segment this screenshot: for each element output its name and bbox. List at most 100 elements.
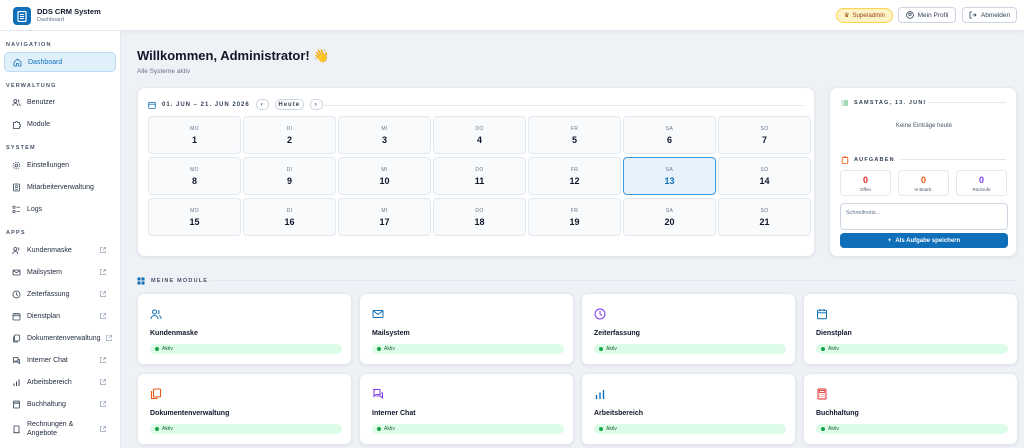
- calendar-day[interactable]: DI 16: [243, 198, 336, 236]
- calendar-day[interactable]: SA 20: [623, 198, 716, 236]
- sidebar-item-label: Module: [27, 120, 50, 128]
- sidebar-item-label: Rechnungen & Angebote: [27, 420, 73, 438]
- save-task-button[interactable]: + Als Aufgabe speichern: [840, 233, 1008, 248]
- sidebar-item-benutzer[interactable]: Benutzer: [4, 92, 116, 112]
- calendar-day[interactable]: MI 3: [338, 116, 431, 154]
- user-circle-icon: [905, 11, 914, 19]
- status-label: Aktiv: [162, 346, 173, 352]
- module-card[interactable]: Buchhaltung Aktiv: [803, 373, 1018, 445]
- profile-button-label: Mein Profil: [917, 11, 949, 19]
- calendar-day[interactable]: FR 19: [528, 198, 621, 236]
- sidebar-item-dienstplan[interactable]: Dienstplan: [4, 306, 116, 326]
- sidebar-item-mitarbeiterverwaltung[interactable]: Mitarbeiterverwaltung: [4, 177, 116, 197]
- calendar-day[interactable]: SA 6: [623, 116, 716, 154]
- status-dot-icon: [821, 347, 825, 351]
- sidebar-item-interner-chat[interactable]: Interner Chat: [4, 350, 116, 370]
- stat-offen[interactable]: 0 Offen: [840, 170, 891, 196]
- calendar-day[interactable]: DO 11: [433, 157, 526, 195]
- module-card[interactable]: Interner Chat Aktiv: [359, 373, 574, 445]
- sidebar-item-kundenmaske[interactable]: Kundenmaske: [4, 240, 116, 260]
- sidebar-item-label: Logs: [27, 205, 43, 213]
- sidebar-item-dashboard[interactable]: Dashboard: [4, 52, 116, 72]
- calendar-day[interactable]: SO 7: [718, 116, 811, 154]
- calendar-day[interactable]: DI 9: [243, 157, 336, 195]
- calendar-date: 16: [284, 216, 295, 227]
- calendar-next-button[interactable]: ›: [309, 99, 323, 110]
- sidebar-item-mailsystem[interactable]: Mailsystem: [4, 262, 116, 282]
- status-label: Aktiv: [828, 346, 839, 352]
- calendar-date: 17: [379, 216, 390, 227]
- calendar-day[interactable]: FR 5: [528, 116, 621, 154]
- sidebar-item-rechnungen-angebote[interactable]: Rechnungen & Angebote: [4, 416, 116, 442]
- calendar-prev-button[interactable]: ‹: [255, 99, 269, 110]
- profile-button[interactable]: Mein Profil: [898, 7, 956, 23]
- module-name: Dienstplan: [816, 330, 852, 337]
- status-label: Aktiv: [384, 426, 395, 432]
- module-card[interactable]: Arbeitsbereich Aktiv: [581, 373, 796, 445]
- calendar-day[interactable]: DO 4: [433, 116, 526, 154]
- calendar-day[interactable]: SO 21: [718, 198, 811, 236]
- page-subtitle: Alle Systeme aktiv: [137, 68, 191, 75]
- module-card[interactable]: Kundenmaske Aktiv: [137, 293, 352, 365]
- crown-icon: ♛: [844, 13, 850, 19]
- module-name: Dokumentenverwaltung: [150, 410, 230, 417]
- top-bar: DDS CRM System Dashboard ♛ Superadmin Me…: [0, 0, 1024, 31]
- role-badge: ♛ Superadmin: [836, 8, 893, 23]
- external-link-icon: [100, 379, 106, 385]
- status-badge: Aktiv: [594, 424, 786, 434]
- quick-note-input[interactable]: Schnellnotiz...: [840, 203, 1008, 230]
- sidebar-item-arbeitsbereich[interactable]: Arbeitsbereich: [4, 372, 116, 392]
- calendar-day[interactable]: FR 12: [528, 157, 621, 195]
- calendar-day[interactable]: MO 15: [148, 198, 241, 236]
- calendar-day[interactable]: MI 17: [338, 198, 431, 236]
- status-badge: Aktiv: [150, 344, 342, 354]
- module-card[interactable]: Dokumentenverwaltung Aktiv: [137, 373, 352, 445]
- logout-button[interactable]: Abmelden: [962, 7, 1017, 23]
- calendar-date: 3: [381, 134, 387, 145]
- sidebar-item-label: Buchhaltung: [27, 400, 66, 408]
- sidebar-item-buchhaltung[interactable]: Buchhaltung: [4, 394, 116, 414]
- sidebar-item-dokumentenverwaltung[interactable]: Dokumentenverwaltung: [4, 328, 116, 348]
- stat-label: Rückrufe: [972, 186, 991, 192]
- stat-label: Offen: [860, 186, 871, 192]
- calendar-date: 9: [286, 175, 292, 186]
- day-heading-label: SAMSTAG, 13. JUNI: [854, 100, 927, 106]
- app-title: DDS CRM System: [37, 7, 101, 16]
- calendar-day[interactable]: SO 14: [718, 157, 811, 195]
- calendar-today-button[interactable]: Heute: [274, 99, 304, 110]
- calendar-date: 14: [759, 175, 770, 186]
- module-card[interactable]: Mailsystem Aktiv: [359, 293, 574, 365]
- calendar-day[interactable]: MO 1: [148, 116, 241, 154]
- clipboard-icon: [841, 156, 849, 164]
- module-card[interactable]: Zeiterfassung Aktiv: [581, 293, 796, 365]
- calendar-weekday: FR: [570, 166, 579, 173]
- day-panel: SAMSTAG, 13. JUNI Keine Einträge heute A…: [829, 87, 1017, 257]
- sidebar-item-label: Mailsystem: [27, 268, 63, 276]
- sidebar-item-module[interactable]: Module: [4, 114, 116, 134]
- calendar-date: 15: [189, 216, 200, 227]
- status-dot-icon: [599, 347, 603, 351]
- calendar-weekday: SO: [760, 125, 769, 132]
- sidebar-item-label: Dashboard: [28, 58, 63, 66]
- calendar-day[interactable]: MI 10: [338, 157, 431, 195]
- calendar-weekday: SA: [665, 125, 674, 132]
- calendar-day[interactable]: MO 8: [148, 157, 241, 195]
- users-icon: [150, 307, 162, 320]
- status-badge: Aktiv: [816, 424, 1008, 434]
- calendar-weekday: FR: [570, 125, 579, 132]
- day-heading: SAMSTAG, 13. JUNI: [841, 99, 926, 107]
- calendar-date: 6: [666, 134, 672, 145]
- sidebar-item-logs[interactable]: Logs: [4, 199, 116, 219]
- module-name: Zeiterfassung: [594, 330, 640, 337]
- module-card[interactable]: Dienstplan Aktiv: [803, 293, 1018, 365]
- calendar-day-today[interactable]: SA 13: [623, 157, 716, 195]
- calendar-day[interactable]: DI 2: [243, 116, 336, 154]
- external-link-icon: [100, 269, 106, 275]
- calendar-day[interactable]: DO 18: [433, 198, 526, 236]
- stat-in-bearbeitung[interactable]: 0 In Bearb.: [898, 170, 949, 196]
- stat-rueckrufe[interactable]: 0 Rückrufe: [956, 170, 1007, 196]
- external-link-icon: [100, 426, 106, 432]
- sidebar-item-label: Einstellungen: [27, 161, 70, 169]
- sidebar-item-einstellungen[interactable]: Einstellungen: [4, 155, 116, 175]
- sidebar-item-zeiterfassung[interactable]: Zeiterfassung: [4, 284, 116, 304]
